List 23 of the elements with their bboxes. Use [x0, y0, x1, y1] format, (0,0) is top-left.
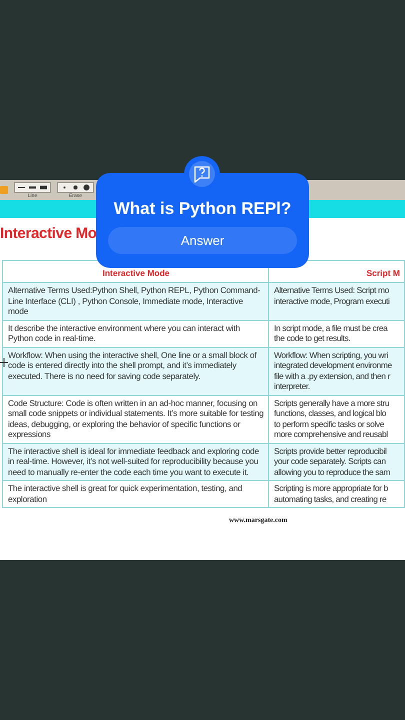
table-cell-text: Scripts generally have a more stru functions, classes, and logical blo to perform specific tasks or solve more comprehensive and reusabl	[274, 398, 390, 440]
dot-icon	[82, 184, 91, 190]
table-cell-text: In script mode, a file must be crea the code to get results.	[274, 322, 389, 344]
table-cell-text: Alternative Terms Used: Script mo interactive mode, Program executi	[274, 285, 391, 306]
tool-group[interactable]	[14, 182, 51, 192]
table-cell-text: Workflow: When scripting, you wri integrated development environme file with a .py extension, and then r interpreter.	[274, 350, 393, 392]
question-text: What is Python REPl?	[114, 199, 292, 219]
table-cell-text: Scripts provide better reproducibil your code separately. Scripts can allowing you to reproduce the sam	[274, 446, 392, 477]
dot-icon	[71, 184, 80, 190]
column-header: Interactive Mode	[101, 267, 171, 279]
crosshair-cursor-icon	[0, 358, 8, 367]
table-cell-text: The interactive shell is great for quick experimentation, testing, and exploration	[8, 483, 244, 504]
document-title: Interactive Mo	[0, 224, 97, 244]
table-cell-text: It describe the interactive environment where you can interact with Python code in real-time.	[8, 322, 241, 344]
table-cell-text: Workflow: When using the interactive shell, One line or a small block of code is entered directly into the shell prompt, and it’s immediately executed. There is no need for saving code separately.	[8, 350, 258, 381]
column-header: Script M	[365, 267, 400, 279]
table-cell-text: Alternative Terms Used:Python Shell, Python REPL, Python Command-Line Interface (CLI) , Python Console, Immediate mode, Interactive mode	[8, 285, 262, 316]
table-cell: Code Structure: Code is often written in an ad-hoc manner, focusing on small code snippets or individual statements. It’s more suitable for testing ideas, debugging, or exploring the behavior of specific functions or expressions	[8, 398, 264, 440]
color-swatch[interactable]	[0, 186, 8, 194]
tool-group[interactable]	[57, 182, 94, 192]
table-cell-text: The interactive shell is ideal for immediate feedback and exploring code in real-time. However, it’s not well-suited for reproducibility because you need to manually re-enter the code each time you want to execute it.	[8, 446, 260, 477]
table-cell-text: Scripting is more appropriate for b automating tasks, and creating re	[274, 483, 389, 504]
answer-button[interactable]: Answer	[108, 227, 297, 254]
